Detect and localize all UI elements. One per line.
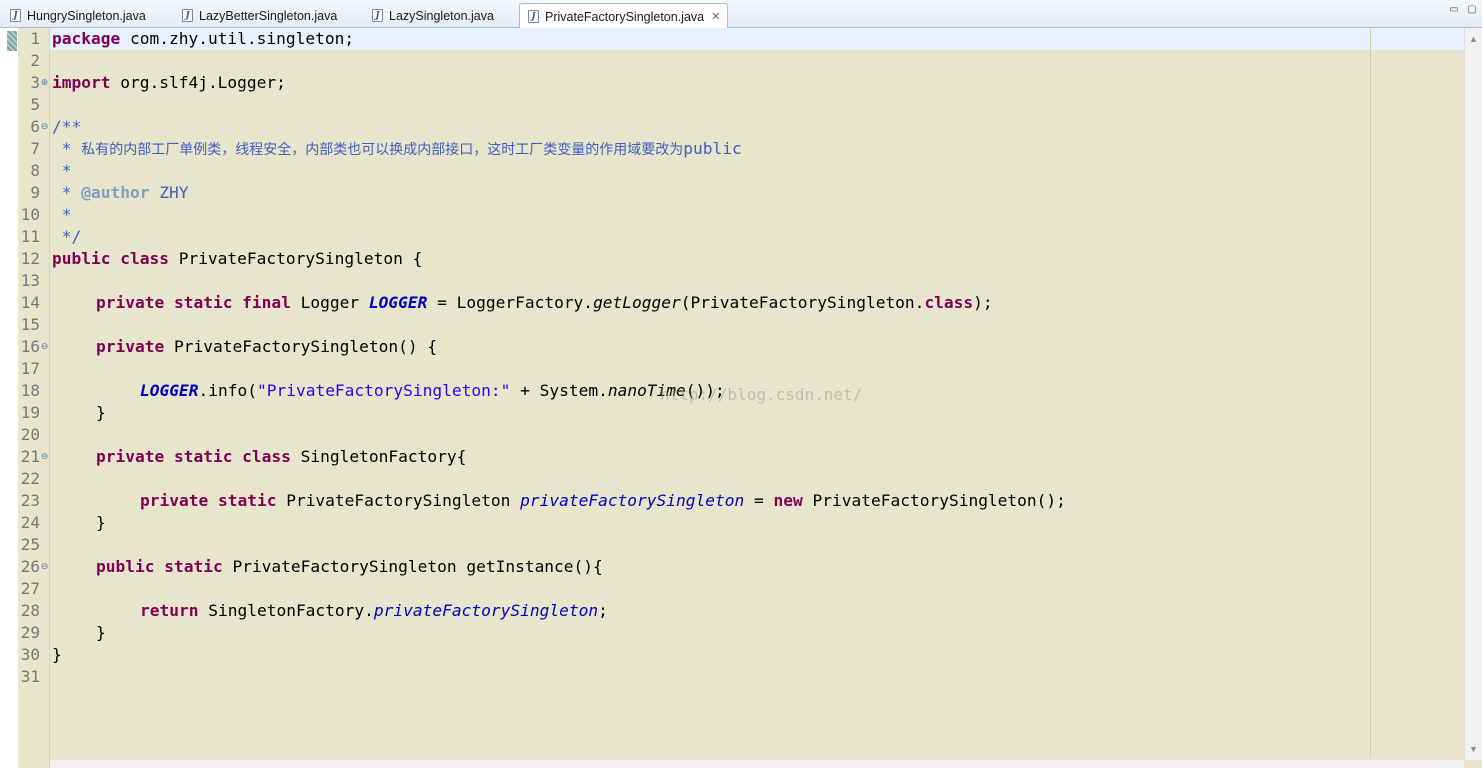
code-line-23: private static PrivateFactorySingleton p… [140,491,1066,510]
line-number: 29 [20,623,40,642]
tab-label: PrivateFactorySingleton.java [545,9,705,24]
line-number: 17 [20,359,40,378]
scroll-down-arrow-icon[interactable]: ▼ [1469,744,1478,754]
code-line-30: } [52,645,62,664]
line-number: 12 [20,249,40,268]
editor-tab-bar: J HungrySingleton.java J LazyBetterSingl… [0,0,1482,29]
line-number: 1 [30,29,40,48]
line-number: 6 [30,117,40,136]
line-number: 23 [20,491,40,510]
line-number: 13 [20,271,40,290]
line-number: 8 [30,161,40,180]
java-file-icon: J [372,9,383,22]
line-number: 18 [20,381,40,400]
code-line-1: package com.zhy.util.singleton; [52,29,355,48]
vertical-scrollbar[interactable]: ▲ ▼ [1464,28,1482,760]
line-number: 7 [30,139,40,158]
line-number: 31 [20,667,40,686]
fold-collapse-icon[interactable]: ⊖ [40,453,49,462]
code-line-26: public static PrivateFactorySingleton ge… [96,557,603,576]
code-line-24: } [96,513,106,532]
overview-ruler-left [0,28,18,768]
code-line-11: */ [52,227,82,246]
line-number-gutter: 1 2 3 ⊕ 5 6 ⊖ 7 8 9 10 11 12 13 14 15 16 ⊖ 17 18 19 20 21 ⊖ 22 23… [18,28,50,768]
line-number: 26 [20,557,40,576]
line-number: 2 [30,51,40,70]
tab-private-factory-singleton[interactable]: J PrivateFactorySingleton.java ✕ [519,3,728,29]
line-number: 27 [20,579,40,598]
tab-label: LazyBetterSingleton.java [199,8,338,23]
line-number: 19 [20,403,40,422]
line-number: 20 [20,425,40,444]
code-line-14: private static final Logger LOGGER = Log… [96,293,993,312]
code-line-18: LOGGER.info("PrivateFactorySingleton:" +… [140,381,725,400]
code-line-29: } [96,623,106,642]
code-editor[interactable]: 1 2 3 ⊕ 5 6 ⊖ 7 8 9 10 11 12 13 14 15 16 ⊖ 17 18 19 20 21 ⊖ 22 23… [0,28,1482,768]
code-line-16: private PrivateFactorySingleton() { [96,337,438,356]
line-number: 25 [20,535,40,554]
line-number: 21 [20,447,40,466]
code-line-9: * @author ZHY [52,183,189,202]
tab-lazy-singleton[interactable]: J LazySingleton.java [364,3,516,28]
line-number: 24 [20,513,40,532]
horizontal-scrollbar[interactable] [50,760,1464,768]
fold-collapse-icon[interactable]: ⊖ [40,343,49,352]
line-number: 9 [30,183,40,202]
maximize-icon[interactable]: ▢ [1466,5,1478,15]
code-line-6: /** [52,117,82,136]
watermark-text: http://blog.csdn.net/ [660,385,863,404]
tab-label: LazySingleton.java [389,8,494,23]
java-file-icon: J [528,10,539,23]
line-number: 3 [30,73,40,92]
code-line-12: public class PrivateFactorySingleton { [52,249,423,268]
tab-label: HungrySingleton.java [27,8,146,23]
line-number: 15 [20,315,40,334]
close-tab-icon[interactable]: ✕ [711,10,720,23]
line-number: 5 [30,95,40,114]
code-line-10: * [52,205,72,224]
line-number: 22 [20,469,40,488]
line-number: 28 [20,601,40,620]
java-file-icon: J [10,9,21,22]
fold-collapse-icon[interactable]: ⊖ [40,123,49,132]
line-number: 14 [20,293,40,312]
line-number: 16 [20,337,40,356]
minimize-icon[interactable]: ▭ [1448,5,1460,15]
tab-hungry-singleton[interactable]: J HungrySingleton.java [2,3,170,28]
line-number: 11 [20,227,40,246]
tab-lazy-better-singleton[interactable]: J LazyBetterSingleton.java [174,3,360,28]
scroll-up-arrow-icon[interactable]: ▲ [1469,34,1478,44]
current-line-marker [7,31,17,51]
print-margin [1370,28,1371,758]
code-line-3: import org.slf4j.Logger; [52,73,286,92]
line-number: 30 [20,645,40,664]
code-line-21: private static class SingletonFactory{ [96,447,467,466]
fold-collapse-icon[interactable]: ⊖ [40,563,49,572]
code-line-7: * 私有的内部工厂单例类，线程安全，内部类也可以换成内部接口，这时工厂类变量的作… [52,139,742,158]
java-file-icon: J [182,9,193,22]
code-line-8: * [52,161,72,180]
code-line-19: } [96,403,106,422]
line-number: 10 [20,205,40,224]
code-line-28: return SingletonFactory.privateFactorySi… [140,601,608,620]
fold-expand-icon[interactable]: ⊕ [40,79,49,88]
